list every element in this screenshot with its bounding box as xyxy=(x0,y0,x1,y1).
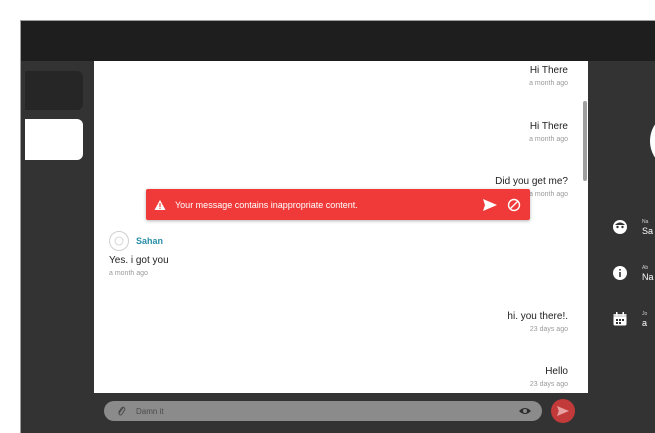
send-icon xyxy=(557,406,569,416)
message-text: Hi There xyxy=(529,121,568,132)
message-text: Hi There xyxy=(529,65,568,76)
avatar xyxy=(109,231,129,251)
toast-message: Your message contains inappropriate cont… xyxy=(175,199,358,210)
profile-value: a xyxy=(642,318,648,328)
face-icon xyxy=(613,220,627,234)
message-outgoing: hi. you there!. 23 days ago xyxy=(507,311,568,333)
message-draft: Damn it xyxy=(136,406,164,416)
user-icon xyxy=(114,236,124,246)
top-bar xyxy=(21,21,655,61)
message-outgoing: Hi There a month ago xyxy=(529,65,568,87)
chat-messages[interactable]: Hi There a month ago Hi There a month ag… xyxy=(94,61,588,393)
message-time: 23 days ago xyxy=(529,326,568,333)
send-icon xyxy=(483,198,497,211)
message-outgoing: Hi There a month ago xyxy=(529,121,568,143)
attach-icon[interactable] xyxy=(116,405,126,417)
profile-value: Sa xyxy=(642,226,654,236)
profile-label: Jo xyxy=(642,311,648,317)
message-time: 23 days ago xyxy=(529,381,568,388)
send-button[interactable] xyxy=(551,399,575,423)
message-text: Did you get me? xyxy=(495,176,568,187)
profile-avatar xyxy=(650,111,655,171)
message-sender: Sahan xyxy=(109,231,163,251)
conversation-item-active[interactable] xyxy=(25,119,83,160)
message-outgoing: Hello 23 days ago xyxy=(530,366,568,388)
chat-scrollbar[interactable] xyxy=(583,101,587,181)
conversation-list xyxy=(21,61,94,433)
profile-row-joined: Jo a xyxy=(612,311,647,328)
profile-row-name: Na Sa xyxy=(612,219,653,236)
message-text: Yes. i got you xyxy=(109,255,169,266)
profile-panel: Na Sa Ab Na Jo a xyxy=(588,61,655,433)
profile-label: Na xyxy=(642,219,649,225)
eye-icon[interactable] xyxy=(518,406,532,416)
conversation-item[interactable] xyxy=(25,71,83,110)
message-time: a month ago xyxy=(529,136,568,143)
profile-label: Ab xyxy=(642,265,649,271)
message-time: a month ago xyxy=(109,270,148,277)
warning-icon xyxy=(154,199,166,210)
block-button[interactable] xyxy=(506,197,522,213)
message-time: a month ago xyxy=(529,80,568,87)
message-input[interactable]: Damn it xyxy=(104,401,542,421)
error-toast: Your message contains inappropriate cont… xyxy=(146,189,530,220)
message-composer: Damn it xyxy=(94,393,588,433)
sender-name: Sahan xyxy=(136,236,164,246)
block-icon xyxy=(507,198,521,211)
message-text: Hello xyxy=(545,366,568,377)
calendar-icon xyxy=(613,312,627,326)
info-icon xyxy=(613,266,627,280)
message-text: hi. you there!. xyxy=(507,311,568,322)
app-window: Hi There a month ago Hi There a month ag… xyxy=(20,20,655,433)
send-anyway-button[interactable] xyxy=(482,197,498,213)
message-incoming: Yes. i got you a month ago xyxy=(109,255,169,277)
profile-row-about: Ab Na xyxy=(612,265,654,282)
profile-value: Na xyxy=(642,272,654,282)
